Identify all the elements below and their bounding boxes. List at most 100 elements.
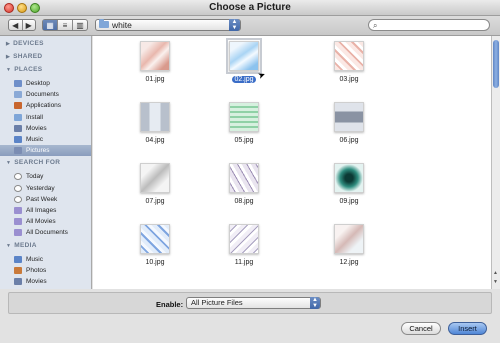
file-name-label[interactable]: 08.jpg [219, 198, 269, 205]
file-browser: 01.jpg 02.jpg 03.jpg 04.jpg 05.jpg 06.jpg 07.j… [93, 36, 491, 289]
file-name-text: 12.jpg [339, 259, 359, 266]
column-view-icon[interactable]: ▥ [72, 20, 87, 30]
sidebar-item-label: Pictures [26, 147, 50, 155]
list-view-icon[interactable]: ≡ [57, 20, 72, 30]
icon-view-icon[interactable]: ▦ [43, 20, 57, 30]
enable-label: Enable: [156, 300, 184, 309]
sidebar-item[interactable]: Install [0, 112, 91, 123]
file-name-label[interactable]: 12.jpg [324, 259, 374, 266]
sidebar-item[interactable]: Applications [0, 100, 91, 111]
sidebar-item-label: All Movies [26, 218, 56, 226]
file-name-label[interactable]: 10.jpg [130, 259, 180, 266]
disclosure-closed-icon[interactable]: ▶ [6, 54, 10, 60]
scroll-down-icon[interactable]: ▼ [493, 279, 498, 285]
image-thumbnail[interactable] [140, 41, 170, 71]
image-thumbnail[interactable] [229, 224, 259, 254]
sidebar-section-header[interactable]: ▼ MEDIA [6, 242, 37, 249]
image-thumbnail[interactable] [334, 163, 364, 193]
window-title: Choose a Picture [209, 2, 291, 13]
choose-picture-dialog: Choose a Picture ◀ ▶ ▦ ≡ ▥ white ▲ ▼ ⌕ ▶ D… [0, 0, 500, 343]
sidebar-item-label: Music [26, 136, 43, 143]
file-name-text: 07.jpg [145, 198, 165, 205]
file-name-text: 09.jpg [339, 198, 359, 205]
sidebar-item[interactable]: All Images [0, 205, 91, 216]
sidebar-section-header[interactable]: ▼ PLACES [6, 66, 42, 73]
clock-icon [14, 184, 22, 192]
file-name-label[interactable]: 06.jpg [324, 137, 374, 144]
path-popup[interactable]: white ▲ ▼ [95, 19, 241, 31]
sidebar-item[interactable]: Past Week [0, 194, 91, 205]
sidebar-item[interactable]: All Documents [0, 227, 91, 238]
applications-icon [14, 102, 22, 110]
image-thumbnail[interactable] [229, 102, 259, 132]
popup-arrows-icon: ▲ ▼ [229, 19, 240, 31]
documents-icon [14, 91, 22, 99]
movies-icon [14, 278, 22, 285]
file-name-text: 04.jpg [145, 137, 165, 144]
image-thumbnail[interactable] [334, 224, 364, 254]
clock-icon [14, 195, 22, 203]
file-name-label[interactable]: 04.jpg [130, 137, 180, 144]
sidebar-section-header[interactable]: ▶ DEVICES [6, 40, 44, 47]
dialog-footer: Enable: All Picture Files ▲ ▼ Cancel Inse… [0, 289, 500, 343]
sidebar-item[interactable]: Documents [0, 89, 91, 100]
sidebar-item[interactable]: Today [0, 171, 91, 182]
forward-icon[interactable]: ▶ [21, 20, 36, 30]
sidebar-item-label: All Images [26, 207, 57, 214]
toolbar: ◀ ▶ ▦ ≡ ▥ white ▲ ▼ ⌕ [0, 16, 500, 36]
sidebar-item[interactable]: Pictures [0, 145, 91, 157]
file-name-label[interactable]: 11.jpg [219, 259, 269, 266]
disclosure-open-icon[interactable]: ▼ [6, 67, 11, 73]
file-name-text: 11.jpg [234, 259, 254, 266]
file-name-text: 05.jpg [234, 137, 254, 144]
sidebar: ▶ DEVICES ▶ SHARED ▼ PLACES Desktop Documents Ap… [0, 36, 92, 289]
folder-icon [99, 19, 109, 28]
sidebar-item[interactable]: All Movies [0, 216, 91, 227]
scroll-up-icon[interactable]: ▲ [493, 270, 498, 276]
sidebar-section-label: SHARED [13, 53, 43, 60]
file-name-label[interactable]: 09.jpg [324, 198, 374, 205]
smart-folder-icon [14, 218, 22, 226]
sidebar-section-header[interactable]: ▶ SHARED [6, 53, 42, 60]
sidebar-item[interactable]: Desktop [0, 78, 91, 89]
back-icon[interactable]: ◀ [9, 20, 22, 30]
disclosure-closed-icon[interactable]: ▶ [6, 41, 10, 47]
desktop-icon [14, 80, 22, 87]
sidebar-item[interactable]: Photos [0, 265, 91, 276]
disclosure-open-icon[interactable]: ▼ [6, 243, 11, 249]
music-icon [14, 255, 22, 263]
insert-button[interactable]: Insert [448, 322, 487, 335]
sidebar-item-label: Movies [26, 124, 47, 132]
file-name-label[interactable]: 07.jpg [130, 198, 180, 205]
enable-filter-popup[interactable]: All Picture Files ▲ ▼ [186, 297, 321, 309]
cancel-button[interactable]: Cancel [401, 322, 441, 335]
sidebar-section-header[interactable]: ▼ SEARCH FOR [6, 159, 60, 166]
sidebar-item[interactable]: Yesterday [0, 183, 91, 194]
image-thumbnail[interactable] [140, 224, 170, 254]
sidebar-item[interactable]: Music [0, 134, 91, 145]
sidebar-item-label: Today [26, 173, 44, 181]
file-name-label[interactable]: 01.jpg [130, 76, 180, 83]
sidebar-item[interactable]: Movies [0, 276, 91, 287]
search-field[interactable]: ⌕ [368, 19, 490, 31]
file-name-text: 10.jpg [145, 259, 165, 266]
disclosure-open-icon[interactable]: ▼ [6, 160, 11, 166]
image-thumbnail[interactable] [229, 163, 259, 193]
file-name-label[interactable]: 03.jpg [324, 76, 374, 83]
vertical-scrollbar[interactable]: ▲ ▼ [491, 36, 500, 289]
image-thumbnail[interactable] [140, 102, 170, 132]
scrollbar-thumb[interactable] [493, 40, 499, 88]
image-thumbnail[interactable] [334, 102, 364, 132]
image-thumbnail[interactable] [334, 41, 364, 71]
image-thumbnail[interactable] [140, 163, 170, 193]
sidebar-item-label: Install [26, 113, 43, 121]
image-thumbnail[interactable] [226, 38, 262, 74]
sidebar-item[interactable]: Movies [0, 123, 91, 134]
file-name-label[interactable]: 05.jpg [219, 137, 269, 144]
movies-icon [14, 124, 22, 132]
file-name-text: 08.jpg [234, 198, 254, 205]
clock-icon [14, 173, 22, 181]
sidebar-item[interactable]: Music [0, 254, 91, 265]
folder-icon [14, 113, 22, 121]
file-name-text: 03.jpg [339, 76, 359, 83]
